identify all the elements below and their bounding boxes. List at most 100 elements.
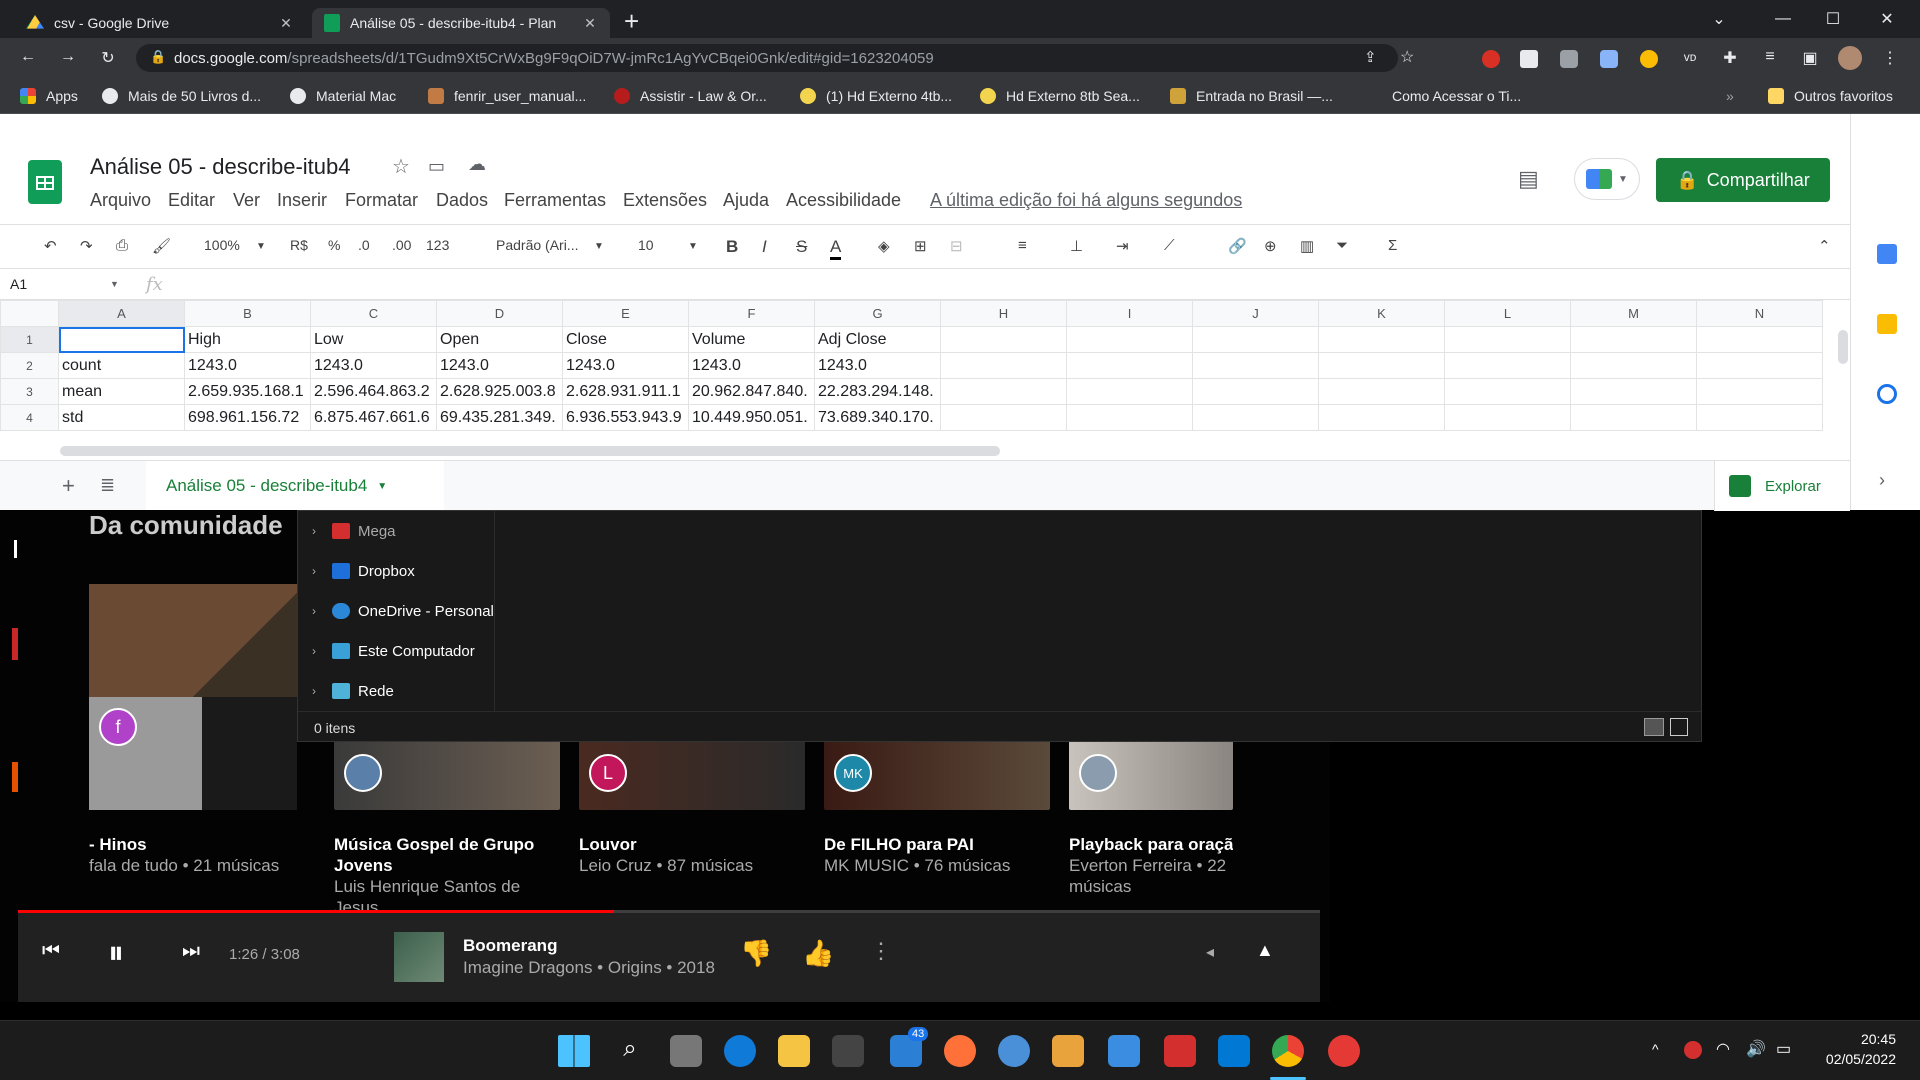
nav-item-dropbox[interactable]: › Dropbox [312,551,415,591]
vscode-icon[interactable] [1218,1035,1250,1067]
expand-player-icon[interactable]: ▲ [1256,940,1274,961]
app-icon[interactable] [1164,1035,1196,1067]
youtube-music-icon[interactable] [1328,1035,1360,1067]
increase-decimal-button[interactable]: .00 [392,237,411,253]
keep-icon[interactable] [1877,314,1897,334]
battery-icon[interactable]: ▭ [1776,1039,1791,1059]
nav-item-mega[interactable]: › Mega [312,511,396,551]
cell[interactable] [1192,404,1319,431]
column-header[interactable]: G [814,300,941,327]
fill-color-icon[interactable]: ◈ [878,237,890,255]
row-header[interactable]: 3 [0,378,59,405]
filter-icon[interactable]: ⏷ [1336,237,1348,254]
text-color-icon[interactable]: A [830,237,842,260]
cell[interactable] [1696,352,1823,379]
horizontal-scrollbar[interactable] [60,446,1000,456]
cell[interactable]: High [184,326,311,353]
cell[interactable] [1444,378,1571,405]
currency-button[interactable]: R$ [290,237,308,253]
edge-icon[interactable] [724,1035,756,1067]
chevron-down-icon[interactable]: ▼ [256,241,266,252]
git-icon[interactable] [1052,1035,1084,1067]
cell[interactable]: 20.962.847.840. [688,378,815,405]
share-button[interactable]: 🔒 Compartilhar [1656,158,1830,202]
nav-item-rede[interactable]: › Rede [312,671,394,711]
cell[interactable]: 2.628.925.003.8 [436,378,563,405]
large-icons-view-icon[interactable] [1670,718,1688,736]
cell[interactable] [1192,378,1319,405]
column-header[interactable]: H [940,300,1067,327]
column-header[interactable]: M [1570,300,1697,327]
clock-time[interactable]: 20:45 [1836,1031,1896,1047]
cell[interactable] [1066,326,1193,353]
cell[interactable] [58,326,185,353]
clock-date[interactable]: 02/05/2022 [1806,1051,1896,1067]
all-sheets-icon[interactable]: ≣ [100,475,115,496]
task-view-icon[interactable] [670,1035,702,1067]
expand-panel-icon[interactable]: › [1879,470,1885,491]
row-header[interactable]: 1 [0,326,59,353]
cell[interactable] [1066,378,1193,405]
cell[interactable] [1318,352,1445,379]
cell[interactable]: Adj Close [814,326,941,353]
cell[interactable] [1570,404,1697,431]
cell[interactable] [1066,352,1193,379]
pause-icon[interactable]: ⏸ [108,934,124,972]
column-header[interactable]: I [1066,300,1193,327]
cell[interactable]: Low [310,326,437,353]
cell[interactable]: 69.435.281.349. [436,404,563,431]
column-header[interactable]: N [1696,300,1823,327]
cell[interactable]: 6.875.467.661.6 [310,404,437,431]
cell[interactable]: 6.936.553.943.9 [562,404,689,431]
search-icon[interactable]: ⌕ [614,1035,646,1067]
last-edit-link[interactable]: A última edição foi há alguns segundos [930,190,1242,211]
cell[interactable]: 10.449.950.051. [688,404,815,431]
cell[interactable] [1444,326,1571,353]
paint-format-icon[interactable]: 🖌 [152,237,171,255]
comments-icon[interactable]: ▤ [1518,166,1539,192]
column-header[interactable]: A [58,300,185,327]
cell[interactable]: 1243.0 [184,352,311,379]
document-title[interactable]: Análise 05 - describe-itub4 [90,154,350,180]
playlist-card[interactable]: L Louvor Leio Cruz • 87 músicas [579,738,805,876]
calendar-icon[interactable] [1877,244,1897,264]
more-formats-button[interactable]: 123 [426,237,449,253]
file-explorer-icon[interactable] [778,1035,810,1067]
cell[interactable] [1192,352,1319,379]
insert-chart-icon[interactable]: ▥ [1300,237,1314,255]
menu-formatar[interactable]: Formatar [345,190,418,211]
cell[interactable]: count [58,352,185,379]
playback-progress-track[interactable] [18,910,1320,913]
next-track-icon[interactable]: ⏭ [182,940,200,963]
italic-icon[interactable]: I [762,237,767,257]
merge-cells-icon[interactable]: ⊟ [950,237,963,255]
functions-icon[interactable]: Σ [1388,237,1397,254]
cell[interactable] [1696,326,1823,353]
mail-icon[interactable]: 43 [890,1027,929,1067]
column-header[interactable]: E [562,300,689,327]
cell[interactable] [1570,352,1697,379]
start-icon[interactable] [558,1035,590,1067]
cell[interactable]: 73.689.340.170. [814,404,941,431]
bold-icon[interactable]: B [726,237,738,257]
font-select[interactable]: Padrão (Ari... [496,237,578,253]
move-folder-icon[interactable]: ▭ [428,156,445,177]
column-header[interactable]: K [1318,300,1445,327]
store-icon[interactable] [832,1035,864,1067]
cell[interactable]: 22.283.294.148. [814,378,941,405]
notepad-icon[interactable] [1108,1035,1140,1067]
firefox-icon[interactable] [944,1035,976,1067]
print-icon[interactable]: ⎙ [116,237,128,254]
column-header[interactable]: J [1192,300,1319,327]
menu-extensoes[interactable]: Extensões [623,190,707,211]
cell[interactable]: mean [58,378,185,405]
undo-icon[interactable]: ↶ [44,237,57,255]
borders-icon[interactable]: ⊞ [914,237,927,255]
cell[interactable]: 2.596.464.863.2 [310,378,437,405]
playlist-card[interactable]: f - Hinos fala de tudo • 21 músicas [89,708,315,876]
playlist-title[interactable]: De FILHO para PAI [824,834,1050,855]
like-icon[interactable]: 👍 [802,938,834,969]
dislike-icon[interactable]: 👎 [740,938,772,969]
playlist-title[interactable]: Louvor [579,834,805,855]
cell[interactable]: Open [436,326,563,353]
